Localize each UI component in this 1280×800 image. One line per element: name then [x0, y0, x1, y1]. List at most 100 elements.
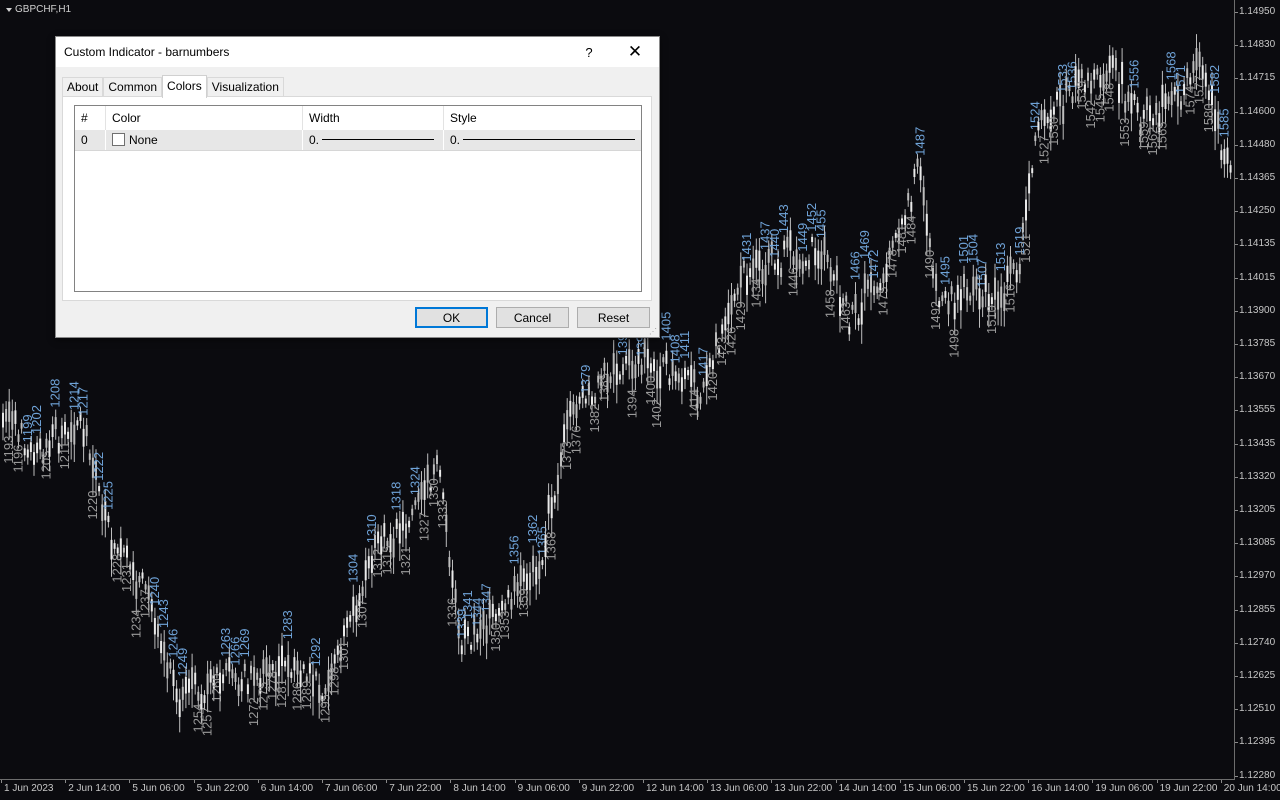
candle-body — [1161, 84, 1164, 107]
time-tick: 13 Jun 06:00 — [707, 780, 769, 794]
candle-body — [1195, 48, 1198, 71]
close-icon[interactable]: ✕ — [615, 37, 655, 67]
candle-body — [522, 568, 525, 582]
candle-body — [529, 572, 531, 591]
candle-body — [1229, 165, 1232, 173]
candle-body — [219, 672, 221, 694]
bar-number-label: 1333 — [435, 500, 450, 529]
bar-number-label: 1382 — [587, 404, 602, 433]
bar-number-label: 1429 — [733, 301, 748, 330]
candle-body — [1108, 55, 1111, 73]
candle-body — [64, 421, 66, 435]
candle-body — [256, 672, 259, 680]
bar-number-label: 1196 — [11, 445, 26, 473]
bar-number-label: 1222 — [91, 452, 106, 481]
candle-body — [141, 572, 144, 579]
bar-number-label: 1530 — [1046, 117, 1061, 146]
candle-body — [538, 561, 541, 579]
candle-body — [113, 543, 116, 549]
style-cell[interactable]: 0. — [444, 130, 641, 150]
candle-body — [85, 425, 88, 437]
bar-number-label: 1507 — [975, 259, 990, 288]
candle-body — [420, 482, 423, 500]
tab-visualization[interactable]: Visualization — [206, 77, 284, 97]
color-cell[interactable]: None — [106, 130, 303, 150]
bar-number-label: 1487 — [913, 127, 928, 156]
bar-number-label: 1359 — [516, 588, 531, 617]
cancel-button[interactable]: Cancel — [496, 307, 569, 328]
candle-body — [1080, 69, 1083, 79]
tab-bar: About Common Colors Visualization — [62, 75, 284, 98]
header-color[interactable]: Color — [106, 106, 303, 130]
price-tick: 1.13435 — [1234, 437, 1276, 449]
bar-number-label: 1231 — [119, 563, 134, 592]
candle-body — [305, 676, 308, 682]
header-width[interactable]: Width — [303, 106, 444, 130]
candle-body — [866, 279, 869, 289]
bar-number-label: 1420 — [705, 372, 720, 401]
header-index[interactable]: # — [75, 106, 106, 130]
bar-number-label: 1368 — [544, 532, 559, 561]
width-cell[interactable]: 0. — [303, 130, 444, 150]
dialog-titlebar[interactable]: Custom Indicator - barnumbers ? ✕ — [56, 37, 659, 67]
candle-body — [215, 667, 218, 674]
candle-body — [922, 187, 925, 206]
bar-number-label: 1414 — [686, 389, 701, 418]
bar-number-label: 1243 — [156, 599, 171, 628]
candle-body — [786, 236, 789, 248]
tab-common[interactable]: Common — [103, 77, 163, 97]
candle-body — [442, 492, 445, 499]
candle-body — [126, 545, 128, 558]
symbol-label[interactable]: GBPCHF,H1 — [6, 4, 71, 15]
candle-body — [798, 259, 801, 269]
candle-body — [928, 238, 931, 248]
candle-body — [1121, 61, 1124, 85]
candle-body — [302, 664, 305, 670]
candle-body — [553, 495, 556, 503]
reset-button[interactable]: Reset — [577, 307, 650, 328]
candle-body — [587, 383, 590, 395]
bar-number-label: 1379 — [578, 365, 593, 394]
candle-body — [1155, 103, 1158, 115]
time-tick: 20 Jun 14:00 — [1220, 780, 1280, 794]
time-tick: 19 Jun 06:00 — [1092, 780, 1154, 794]
price-tick: 1.13900 — [1234, 304, 1276, 316]
candle-body — [532, 555, 535, 573]
price-tick: 1.14715 — [1234, 72, 1276, 84]
bar-number-label: 1307 — [355, 599, 370, 628]
candle-body — [1198, 51, 1201, 67]
bar-number-label: 1211 — [57, 441, 72, 469]
tab-colors[interactable]: Colors — [162, 75, 207, 98]
bar-number-label: 1510 — [984, 305, 999, 334]
price-tick: 1.13205 — [1234, 504, 1276, 515]
candle-body — [166, 662, 169, 679]
time-tick: 7 Jun 22:00 — [386, 780, 442, 794]
bar-number-label: 1577 — [1192, 75, 1207, 104]
candle-body — [398, 523, 401, 544]
time-tick: 9 Jun 06:00 — [514, 780, 570, 794]
candle-body — [389, 534, 392, 553]
candle-body — [749, 268, 752, 278]
color-swatch[interactable] — [112, 133, 125, 146]
candle-body — [451, 570, 454, 588]
header-style[interactable]: Style — [444, 106, 641, 130]
candle-body — [200, 694, 203, 710]
candle-body — [584, 398, 587, 404]
help-button[interactable]: ? — [569, 37, 609, 67]
tab-about[interactable]: About — [62, 77, 104, 97]
candle-body — [501, 600, 504, 611]
resize-grip-icon[interactable]: ⋰ — [649, 327, 657, 336]
time-tick: 16 Jun 14:00 — [1028, 780, 1090, 794]
candle-body — [606, 373, 609, 393]
candle-body — [1028, 173, 1031, 194]
candle-body — [653, 359, 655, 372]
bar-number-label: 1327 — [417, 512, 432, 541]
bar-number-label: 1458 — [823, 289, 838, 318]
bar-number-label: 1310 — [364, 514, 379, 543]
table-row[interactable]: 0 None 0. 0. — [75, 130, 641, 151]
candle-body — [622, 364, 624, 375]
candle-body — [773, 263, 776, 270]
candle-body — [919, 166, 922, 181]
bar-number-label: 1495 — [937, 256, 952, 285]
ok-button[interactable]: OK — [415, 307, 488, 328]
